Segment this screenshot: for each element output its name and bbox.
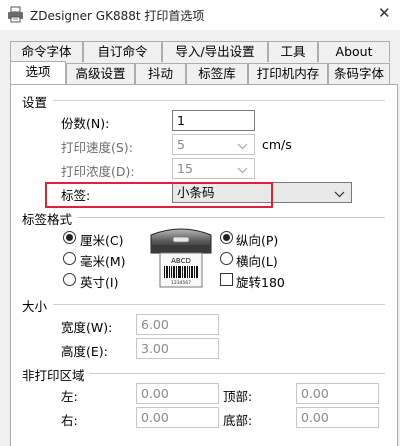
darkness-value: 15 <box>177 161 193 176</box>
speed-select[interactable]: 5 <box>172 134 255 155</box>
close-icon[interactable]: ✕ <box>378 4 391 22</box>
right-margin-input[interactable]: 0.00 <box>136 407 219 428</box>
orientation-landscape-radio[interactable] <box>220 252 233 265</box>
copies-input[interactable]: 1 <box>172 110 255 131</box>
height-input[interactable]: 3.00 <box>136 338 219 359</box>
unit-mm-label: 毫米(M) <box>80 254 126 269</box>
chevron-down-icon <box>334 186 345 205</box>
bottom-margin-label: 底部: <box>223 413 253 428</box>
tab-options[interactable]: 选项 <box>10 61 66 84</box>
tab-printer-memory[interactable]: 打印机内存 <box>248 63 328 84</box>
top-margin-label: 顶部: <box>223 389 253 404</box>
orientation-landscape-label: 横向(L) <box>236 254 278 269</box>
orientation-portrait-label: 纵向(P) <box>236 233 279 248</box>
settings-group-label: 设置 <box>22 95 48 110</box>
speed-label: 打印速度(S): <box>61 140 133 155</box>
left-margin-label: 左: <box>61 389 78 404</box>
rotate-180-checkbox[interactable] <box>220 273 233 286</box>
width-label: 宽度(W): <box>61 320 113 335</box>
tab-about[interactable]: About <box>318 41 390 62</box>
unit-inch-radio[interactable] <box>63 273 76 286</box>
tab-tools[interactable]: 工具 <box>268 41 318 62</box>
tab-barcode-font[interactable]: 条码字体 <box>328 63 390 84</box>
speed-unit: cm/s <box>262 137 292 152</box>
right-margin-label: 右: <box>61 413 78 428</box>
left-margin-input[interactable]: 0.00 <box>136 383 219 404</box>
unprintable-divider <box>89 373 385 374</box>
size-divider <box>53 304 385 305</box>
tab-dithering[interactable]: 抖动 <box>135 63 186 84</box>
rotate-180-label: 旋转180 <box>236 275 285 290</box>
tab-command-font[interactable]: 命令字体 <box>10 41 83 62</box>
title-bar: ZDesigner GK888t 打印首选项 ✕ <box>0 0 400 30</box>
bottom-margin-input[interactable]: 0.00 <box>296 407 379 428</box>
label-format-group-label: 标签格式 <box>22 212 73 227</box>
tab-advanced[interactable]: 高级设置 <box>66 63 135 84</box>
window-title: ZDesigner GK888t 打印首选项 <box>30 9 205 23</box>
size-group-label: 大小 <box>22 299 48 314</box>
printer-art-label-text: ABCD <box>171 257 191 265</box>
darkness-label: 打印浓度(D): <box>61 164 135 179</box>
speed-value: 5 <box>177 137 185 152</box>
printer-art-barcode-text: 1234567 <box>171 280 191 286</box>
darkness-select[interactable]: 15 <box>172 158 255 179</box>
unit-cm-radio[interactable] <box>63 231 76 244</box>
copies-label: 份数(N): <box>61 116 110 131</box>
unprintable-group-label: 非打印区域 <box>22 368 85 383</box>
tab-custom-command[interactable]: 自订命令 <box>83 41 162 62</box>
unit-inch-label: 英寸(I) <box>80 275 119 290</box>
top-margin-input[interactable]: 0.00 <box>296 383 379 404</box>
stock-select[interactable]: 小条码 <box>172 182 352 203</box>
preferences-dialog: 命令字体 自订命令 导入/导出设置 工具 About 选项 高级设置 抖动 标签… <box>0 30 400 446</box>
printer-icon <box>7 6 24 26</box>
unit-cm-label: 厘米(C) <box>80 233 124 248</box>
tab-label-library[interactable]: 标签库 <box>186 63 248 84</box>
settings-divider <box>53 100 385 101</box>
stock-label: 标签: <box>61 188 91 203</box>
height-label: 高度(E): <box>61 344 108 359</box>
options-panel: 设置 份数(N): 1 打印速度(S): 5 cm/s 打印浓度(D): 15 … <box>10 84 398 446</box>
stock-value: 小条码 <box>177 185 215 200</box>
unit-mm-radio[interactable] <box>63 252 76 265</box>
tab-import-export[interactable]: 导入/导出设置 <box>162 41 268 62</box>
orientation-portrait-radio[interactable] <box>220 231 233 244</box>
label-format-divider <box>77 217 385 218</box>
chevron-down-icon <box>237 138 248 157</box>
printer-illustration: ABCD 1234567 <box>147 223 215 289</box>
chevron-down-icon <box>237 162 248 181</box>
width-input[interactable]: 6.00 <box>136 314 219 335</box>
